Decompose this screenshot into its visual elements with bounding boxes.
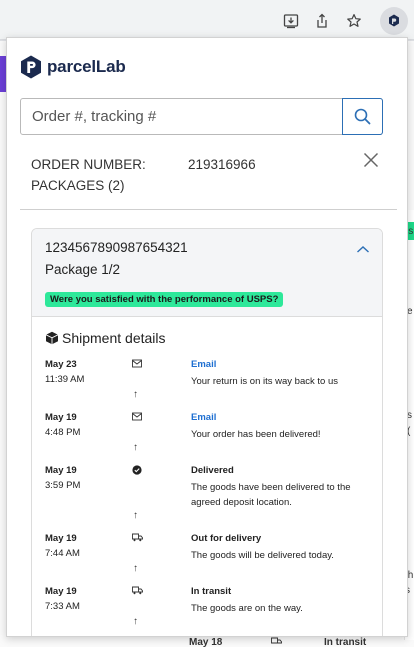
timeline-arrow-icon: ↑: [133, 616, 138, 627]
timeline-arrow-icon: ↑: [133, 510, 138, 521]
event-date: May 19: [45, 412, 77, 423]
package-box-icon: [45, 331, 59, 345]
event-description: The goods are on the way.: [191, 603, 303, 614]
parcellab-logo-icon: [21, 55, 41, 79]
envelope-icon: [132, 412, 142, 422]
install-icon[interactable]: [281, 11, 301, 31]
event-time: 4:48 PM: [45, 427, 81, 438]
package-card: 1234567890987654321 Package 1/2 Were you…: [31, 228, 383, 636]
background-status: In transit: [324, 637, 367, 647]
event-time: 3:59 PM: [45, 480, 81, 491]
package-header[interactable]: 1234567890987654321 Package 1/2 Were you…: [32, 229, 382, 317]
order-number-label: ORDER NUMBER:: [31, 157, 146, 172]
browser-toolbar: [0, 0, 414, 40]
event-title: In transit: [191, 586, 232, 597]
background-event-row: May 18 In transit: [6, 637, 410, 647]
packages-count: PACKAGES (2): [31, 178, 125, 193]
bookmark-star-icon[interactable]: [344, 11, 364, 31]
event-title-link[interactable]: Email: [191, 412, 216, 423]
event-description: The goods have been delivered to the agr…: [191, 482, 351, 508]
event-date: May 19: [45, 465, 77, 476]
event-time: 7:44 AM: [45, 548, 80, 559]
event-description: Your order has been delivered!: [191, 429, 321, 440]
shipment-details-title: Shipment details: [62, 330, 166, 346]
background-date: May 18: [189, 637, 223, 647]
timeline-arrow-icon: ↑: [133, 563, 138, 574]
background-truck-icon: [271, 637, 282, 647]
event-date: May 23: [45, 359, 77, 370]
search-input[interactable]: [21, 99, 342, 134]
parcellab-popup: parcelLab ORDER NUMBER: 219316966 PACKAG…: [6, 37, 408, 637]
search-icon: [354, 108, 371, 125]
event-date: May 19: [45, 586, 77, 597]
brand-name: parcelLab: [47, 57, 126, 76]
event-title: Out for delivery: [191, 533, 262, 544]
parcellab-extension-button[interactable]: [380, 7, 408, 35]
event-time: 7:33 AM: [45, 601, 80, 612]
shipment-details-heading: Shipment details: [45, 330, 166, 346]
check-circle-icon: [132, 465, 142, 475]
search-box: [20, 98, 383, 135]
search-button[interactable]: [342, 98, 383, 135]
brand-logo: parcelLab: [19, 54, 126, 80]
parcellab-icon: [389, 14, 399, 27]
truck-icon: [132, 586, 143, 596]
order-number-value: 219316966: [188, 157, 256, 172]
share-icon[interactable]: [312, 11, 332, 31]
truck-icon: [132, 533, 143, 543]
event-description: Your return is on its way back to us: [191, 376, 338, 387]
event-description: The goods will be delivered today.: [191, 550, 334, 561]
event-date: May 19: [45, 533, 77, 544]
divider: [20, 209, 397, 210]
order-summary: ORDER NUMBER: 219316966 PACKAGES (2): [31, 154, 256, 196]
timeline-arrow-icon: ↑: [133, 389, 138, 400]
timeline-arrow-icon: ↑: [133, 442, 138, 453]
package-label: Package 1/2: [45, 262, 121, 277]
collapse-chevron-icon[interactable]: [356, 241, 370, 259]
tracking-number: 1234567890987654321: [45, 240, 188, 255]
close-icon: [363, 152, 379, 168]
close-order-button[interactable]: [363, 152, 381, 170]
envelope-icon: [132, 359, 142, 369]
event-time: 11:39 AM: [45, 374, 85, 385]
event-title: Delivered: [191, 465, 234, 476]
survey-prompt-button[interactable]: Were you satisfied with the performance …: [45, 292, 284, 307]
event-title-link[interactable]: Email: [191, 359, 216, 370]
